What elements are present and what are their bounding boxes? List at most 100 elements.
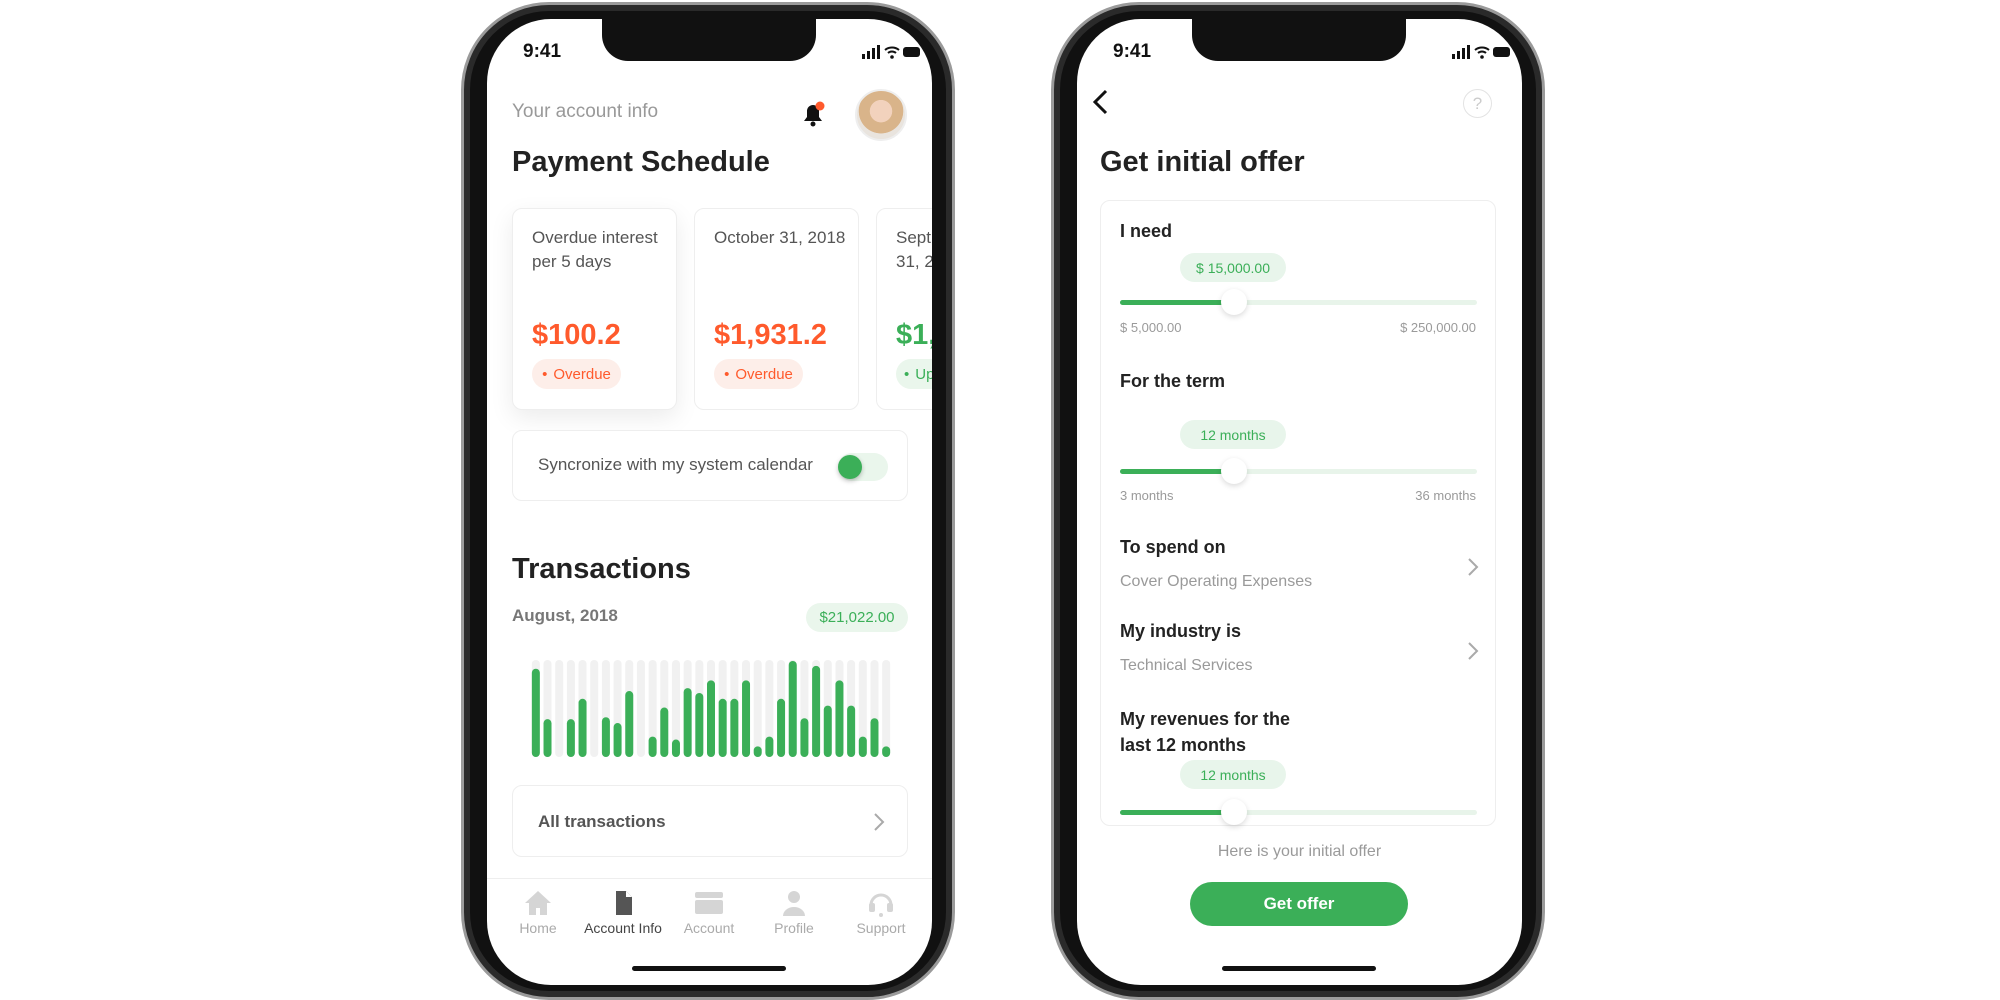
chart-svg: [531, 660, 891, 757]
card-amount: $1,: [896, 319, 932, 351]
status-text: Overdue: [735, 365, 793, 383]
calendar-sync-row: Syncronize with my system calendar: [512, 430, 908, 501]
status-time: 9:41: [523, 41, 562, 62]
chart-bar: [870, 718, 879, 757]
home-indicator: [632, 966, 786, 971]
chart-bar: [847, 705, 856, 757]
need-label: I need: [1120, 221, 1173, 241]
chart-bar: [683, 688, 692, 757]
chart-bar: [753, 746, 762, 757]
status-text: Overdue: [553, 365, 611, 383]
toggle-knob: [838, 455, 862, 479]
spend-label: To spend on: [1120, 537, 1226, 557]
all-transactions-button[interactable]: All transactions: [512, 785, 908, 857]
status-badge: • Up: [896, 359, 932, 389]
tab-label: Account Info: [584, 920, 662, 936]
tab-support[interactable]: Support: [836, 889, 926, 936]
offer-form: I need $ 15,000.00 $ 5,000.00 $ 250,000.…: [1100, 200, 1496, 826]
page-title: Get initial offer: [1100, 146, 1305, 178]
sync-label: Syncronize with my system calendar: [538, 455, 813, 474]
card-icon: [664, 889, 754, 920]
card-label: October 31, 2018: [714, 228, 846, 247]
chevron-right-icon: [1467, 557, 1479, 582]
get-offer-button[interactable]: Get offer: [1190, 882, 1408, 926]
tab-account-info[interactable]: Account Info: [578, 889, 668, 936]
chart-bar-track: [555, 660, 564, 757]
chart-bar: [660, 707, 669, 757]
chart-bar: [578, 698, 587, 757]
revenue-value-tooltip: 12 months: [1180, 760, 1286, 789]
chart-bar: [531, 668, 540, 757]
chart-bar: [648, 736, 657, 757]
industry-selector[interactable]: My industry is Technical Services: [1101, 605, 1495, 685]
card-label: Sept 31, 2: [896, 228, 932, 271]
sync-toggle[interactable]: [838, 453, 888, 481]
tab-account[interactable]: Account: [664, 889, 754, 936]
revenue-label-line1: My revenues for the: [1120, 709, 1291, 729]
tab-label: Home: [519, 920, 557, 936]
chart-bar-track: [636, 660, 645, 757]
chart-bar: [765, 736, 774, 757]
card-amount: $100.2: [532, 319, 621, 351]
chart-bar: [882, 746, 891, 757]
revenue-slider[interactable]: [1120, 799, 1477, 825]
all-transactions-label: All transactions: [538, 812, 666, 831]
home-icon: [493, 889, 583, 920]
offer-screen: 9:41 ? Get initial offer I need $ 15,000…: [1077, 19, 1522, 985]
term-max: 36 months: [1415, 488, 1476, 503]
tab-bar-divider: [487, 878, 932, 879]
term-slider[interactable]: [1120, 458, 1477, 484]
slider-thumb[interactable]: [1221, 799, 1248, 825]
offer-footer-text: Here is your initial offer: [1217, 843, 1382, 860]
account-screen: 9:41 Your account info Payment Schedule …: [487, 19, 932, 985]
transactions-month: August, 2018: [512, 606, 618, 625]
back-chevron-icon[interactable]: [1091, 88, 1111, 121]
industry-value: Technical Services: [1120, 657, 1253, 674]
chart-bar: [835, 680, 844, 757]
term-label: For the term: [1120, 371, 1226, 391]
person-icon: [749, 889, 839, 920]
chart-bar: [695, 692, 704, 757]
need-slider[interactable]: [1120, 289, 1477, 315]
tab-profile[interactable]: Profile: [749, 889, 839, 936]
payment-card[interactable]: Sept 31, 2 $1, • Up: [876, 208, 932, 410]
chart-bar: [718, 698, 727, 757]
transactions-total-badge: $21,022.00: [806, 603, 908, 632]
chart-bar: [613, 723, 622, 757]
payment-card[interactable]: October 31, 2018 $1,931.2 • Overdue: [694, 208, 859, 410]
status-time: 9:41: [1113, 41, 1152, 62]
chart-bar-track: [590, 660, 599, 757]
spend-selector[interactable]: To spend on Cover Operating Expenses: [1101, 521, 1495, 601]
need-value-tooltip: $ 15,000.00: [1180, 253, 1286, 282]
slider-thumb[interactable]: [1221, 458, 1248, 484]
bell-icon[interactable]: [800, 101, 826, 134]
notch: [1192, 19, 1406, 61]
header-subtitle: Your account info: [512, 101, 659, 122]
payment-card[interactable]: Overdue interest per 5 days $100.2 • Ove…: [512, 208, 677, 410]
transactions-title: Transactions: [512, 553, 691, 585]
tab-label: Support: [856, 920, 906, 936]
tab-home[interactable]: Home: [493, 889, 583, 936]
chart-bar: [812, 665, 821, 757]
help-icon[interactable]: ?: [1463, 89, 1492, 118]
status-text: Up: [915, 365, 932, 383]
status-icons: [862, 45, 922, 64]
industry-label: My industry is: [1120, 621, 1242, 641]
chart-bar: [777, 698, 786, 757]
home-indicator: [1222, 966, 1376, 971]
chart-bar: [730, 698, 739, 757]
notch: [602, 19, 816, 61]
status-icons: [1452, 45, 1512, 64]
chart-bar: [707, 680, 715, 757]
chart-bar: [742, 680, 751, 757]
chart-bar-track: [882, 660, 891, 757]
avatar[interactable]: [855, 89, 907, 141]
chart-bar: [800, 718, 809, 757]
need-min: $ 5,000.00: [1120, 320, 1182, 335]
slider-thumb[interactable]: [1221, 289, 1248, 315]
chart-bar: [566, 719, 575, 757]
revenue-label: My revenues for the last 12 months: [1120, 706, 1290, 758]
chart-bar: [601, 717, 610, 757]
status-badge: • Overdue: [714, 359, 803, 389]
page-title: Payment Schedule: [512, 146, 770, 178]
